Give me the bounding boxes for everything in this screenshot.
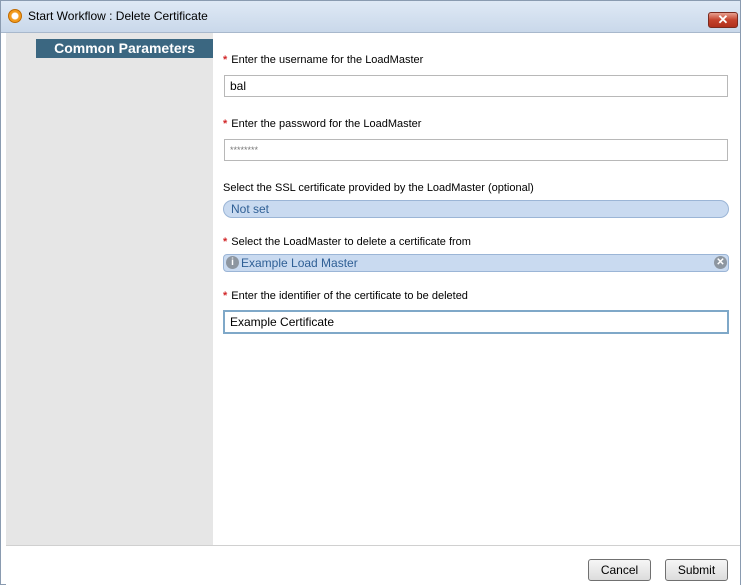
cancel-button[interactable]: Cancel bbox=[588, 559, 651, 581]
window-title: Start Workflow : Delete Certificate bbox=[28, 9, 208, 23]
certificate-identifier-label: * Enter the identifier of the certificate… bbox=[223, 290, 468, 302]
loadmaster-label: * Select the LoadMaster to delete a certi… bbox=[223, 236, 471, 248]
password-label: * Enter the password for the LoadMaster bbox=[223, 118, 422, 130]
submit-button[interactable]: Submit bbox=[665, 559, 728, 581]
sidebar: Common Parameters bbox=[6, 33, 213, 545]
certificate-identifier-field[interactable]: Example Certificate bbox=[223, 310, 729, 334]
password-field[interactable]: ******** bbox=[224, 139, 728, 161]
close-button[interactable]: ✕ bbox=[708, 12, 738, 28]
form-content: * Enter the username for the LoadMaster b… bbox=[213, 33, 740, 545]
required-marker: * bbox=[223, 118, 228, 130]
username-label: * Enter the username for the LoadMaster bbox=[223, 54, 424, 66]
clear-icon[interactable]: ✕ bbox=[714, 256, 727, 269]
info-icon[interactable]: i bbox=[226, 256, 239, 269]
required-marker: * bbox=[223, 54, 228, 66]
required-marker: * bbox=[223, 290, 228, 302]
app-logo-icon bbox=[8, 9, 22, 23]
loadmaster-value: Example Load Master bbox=[241, 256, 358, 270]
ssl-certificate-value: Not set bbox=[231, 202, 270, 216]
dialog-footer: Cancel Submit bbox=[6, 545, 740, 585]
username-field[interactable]: bal bbox=[224, 75, 728, 97]
ssl-certificate-label: Select the SSL certificate provided by t… bbox=[223, 182, 534, 194]
title-bar: Start Workflow : Delete Certificate ✕ bbox=[1, 1, 740, 33]
required-marker: * bbox=[223, 236, 228, 248]
loadmaster-select[interactable]: i Example Load Master ✕ bbox=[223, 254, 729, 272]
ssl-certificate-select[interactable]: Not set bbox=[223, 200, 729, 218]
workflow-dialog: Start Workflow : Delete Certificate ✕ Co… bbox=[0, 0, 741, 585]
sidebar-item-common-parameters[interactable]: Common Parameters bbox=[36, 39, 213, 58]
